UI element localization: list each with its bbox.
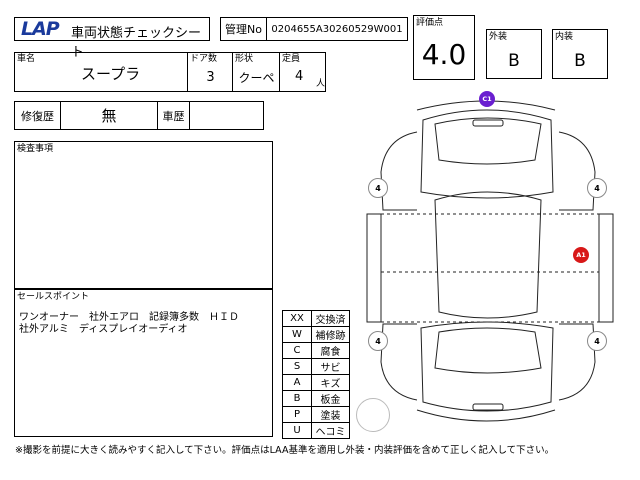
tire-front-right: 4 bbox=[587, 178, 607, 198]
repair-history-row: 修復歴 無 車歴 bbox=[14, 101, 264, 130]
damage-marker-c1: C1 bbox=[479, 91, 495, 107]
capacity-unit: 人 bbox=[316, 79, 326, 89]
legend-code: S bbox=[282, 358, 312, 375]
legend-code: A bbox=[282, 374, 312, 391]
overall-grade-label: 評価点 bbox=[416, 18, 444, 28]
left-side-panel bbox=[366, 213, 382, 323]
legend-code: XX bbox=[282, 310, 312, 327]
legend-row: A キズ bbox=[282, 374, 350, 391]
interior-grade-box: 内装 B bbox=[552, 29, 608, 79]
capacity-label: 定員 bbox=[282, 54, 301, 64]
legend-row: C 腐食 bbox=[282, 342, 350, 359]
rear-bumper-outline bbox=[416, 409, 556, 422]
legend-row: S サビ bbox=[282, 358, 350, 375]
legend-row: B 板金 bbox=[282, 390, 350, 407]
legend-code: C bbox=[282, 342, 312, 359]
exterior-grade-label: 外装 bbox=[489, 32, 508, 42]
overall-grade-value: 4.0 bbox=[421, 37, 467, 71]
damage-marker-a1: A1 bbox=[573, 247, 589, 263]
car-diagram bbox=[366, 100, 614, 422]
legend-meaning: 腐食 bbox=[311, 342, 350, 359]
legend-meaning: 板金 bbox=[311, 390, 350, 407]
legend-row: W 補修跡 bbox=[282, 326, 350, 343]
legend-meaning: キズ bbox=[311, 374, 350, 391]
windshield-outline bbox=[434, 117, 542, 165]
doors-label: ドア数 bbox=[190, 54, 218, 64]
car-name-label: 車名 bbox=[17, 54, 36, 64]
rear-window-outline bbox=[434, 327, 542, 374]
legend-meaning: 交換済 bbox=[311, 310, 350, 327]
repair-history-value: 無 bbox=[61, 102, 158, 129]
body-type-value: クーペ bbox=[238, 70, 275, 85]
title-box: LAP 車両状態チェックシート bbox=[14, 17, 210, 60]
body-type-cell: 形状 クーペ bbox=[233, 53, 280, 91]
capacity-cell: 定員 4 人 bbox=[280, 53, 325, 91]
car-history-value bbox=[190, 102, 263, 129]
management-label: 管理No bbox=[221, 18, 267, 40]
legend-meaning: ヘコミ bbox=[311, 422, 350, 439]
rear-plate bbox=[472, 403, 504, 411]
footer-note: ※撮影を前提に大きく読みやすく記入して下さい。評価点はLAA基準を適用し外装・内… bbox=[15, 445, 555, 456]
front-plate bbox=[472, 119, 504, 127]
selling-points-box: セールスポイント ワンオーナー 社外エアロ 記録簿多数 ＨＩＤ 社外アルミ ディ… bbox=[14, 289, 273, 437]
doors-value: 3 bbox=[206, 69, 215, 85]
legend-code: W bbox=[282, 326, 312, 343]
left-front-fender-outline bbox=[380, 131, 418, 211]
body-type-label: 形状 bbox=[235, 54, 254, 64]
right-front-fender-outline bbox=[558, 131, 596, 211]
overall-grade-box: 評価点 4.0 bbox=[413, 15, 475, 80]
legend-meaning: サビ bbox=[311, 358, 350, 375]
legend-code: B bbox=[282, 390, 312, 407]
exterior-grade-value: B bbox=[508, 51, 520, 71]
management-number-box: 管理No 0204655A30260529W001 bbox=[220, 17, 408, 41]
repair-history-label: 修復歴 bbox=[15, 102, 61, 129]
selling-points-label: セールスポイント bbox=[17, 292, 90, 302]
company-logo: LAP bbox=[21, 18, 60, 40]
interior-grade-label: 内装 bbox=[555, 32, 574, 42]
legend-meaning: 塗装 bbox=[311, 406, 350, 423]
rear-body-outline bbox=[420, 321, 554, 412]
inspection-box: 検査事項 bbox=[14, 141, 273, 289]
car-name-value: スープラ bbox=[81, 65, 141, 83]
tire-rear-left: 4 bbox=[368, 331, 388, 351]
capacity-value: 4 bbox=[295, 69, 304, 84]
tire-rear-right: 4 bbox=[587, 331, 607, 351]
vehicle-info-row: 車名 スープラ ドア数 3 形状 クーペ 定員 4 人 bbox=[14, 52, 326, 92]
selling-points-line-2: 社外アルミ ディスプレイオーディオ bbox=[19, 324, 188, 335]
legend-row: XX 交換済 bbox=[282, 310, 350, 327]
car-history-label: 車歴 bbox=[158, 102, 190, 129]
tire-front-left: 4 bbox=[368, 178, 388, 198]
legend-meaning: 補修跡 bbox=[311, 326, 350, 343]
legend-code: U bbox=[282, 422, 312, 439]
exterior-grade-box: 外装 B bbox=[486, 29, 542, 79]
legend-code: P bbox=[282, 406, 312, 423]
interior-grade-value: B bbox=[574, 51, 586, 71]
inspection-label: 検査事項 bbox=[17, 144, 54, 154]
damage-code-legend: XX 交換済 W 補修跡 C 腐食 S サビ A キズ B 板金 P 塗装 U ヘコミ bbox=[282, 310, 350, 439]
roof-outline bbox=[434, 191, 542, 319]
legend-row: U ヘコミ bbox=[282, 422, 350, 439]
doors-cell: ドア数 3 bbox=[188, 53, 233, 91]
management-number: 0204655A30260529W001 bbox=[271, 23, 403, 35]
legend-row: P 塗装 bbox=[282, 406, 350, 423]
car-name-cell: 車名 スープラ bbox=[15, 53, 188, 91]
right-side-panel bbox=[598, 213, 614, 323]
